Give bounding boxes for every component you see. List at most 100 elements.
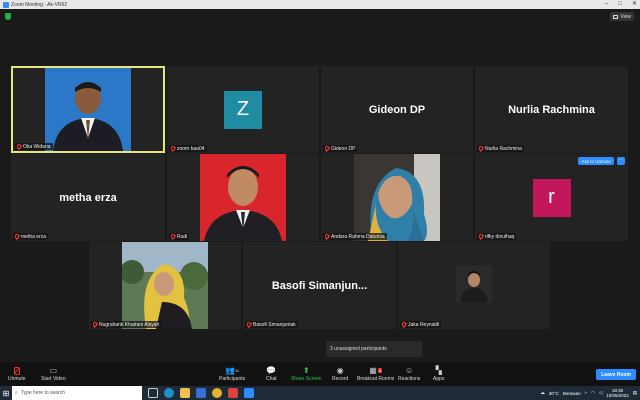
participant-name-tag: metha erza <box>13 233 49 240</box>
participant-name: rifky dinulhaq <box>485 233 515 240</box>
window-controls: – □ ✕ <box>605 0 637 9</box>
chat-button[interactable]: 💬 Chat <box>266 365 277 382</box>
windows-taskbar: ⊞ ⌕ Type here to search ☁ 30°C Berawan ^… <box>0 386 640 400</box>
apps-icon: ▚ <box>435 366 442 375</box>
share-screen-button[interactable]: ⬆ Share Screen <box>291 365 322 382</box>
media-icon[interactable] <box>228 388 238 398</box>
breakout-rooms-icon: ▦ 3 <box>369 366 383 375</box>
share-screen-label: Share Screen <box>291 376 322 382</box>
apps-button[interactable]: ▚ Apps <box>433 365 444 382</box>
participant-tile[interactable]: Andara Rahma Daturisa <box>321 154 473 241</box>
record-label: Record <box>332 376 349 382</box>
task-view-icon[interactable] <box>148 388 158 398</box>
participant-name: Andara Rahma Daturisa <box>331 233 385 240</box>
breakout-badge: 3 <box>377 368 383 373</box>
participant-display-name: Nurlia Rachmina <box>508 103 595 116</box>
volume-icon[interactable]: ◁ <box>599 390 602 396</box>
mic-muted-icon <box>479 234 483 239</box>
taskbar-clock[interactable]: 18:36 10/05/2022 <box>606 388 629 398</box>
participant-name: Jaka Reynaldi <box>408 321 440 328</box>
participant-display-name: Gideon DP <box>368 103 426 116</box>
unmute-label: Unmute <box>8 376 26 382</box>
edge-browser-icon[interactable] <box>164 388 174 398</box>
participant-tile[interactable]: Ask to Unmute ··· r rifky dinulhaq <box>475 154 628 241</box>
participant-tile[interactable]: Z zoom baa04 <box>167 66 319 153</box>
minimize-icon[interactable]: – <box>605 0 608 9</box>
zoom-window: Zoom Meeting - Ak-VR62 – □ ✕ View Oka Wi… <box>0 0 640 386</box>
maximize-icon[interactable]: □ <box>618 0 622 9</box>
mic-muted-icon <box>93 322 97 327</box>
participant-tile[interactable]: Jaka Reynaldi <box>398 242 550 329</box>
mic-muted-icon <box>325 146 329 151</box>
participant-display-name: metha erza <box>59 191 117 204</box>
search-placeholder: Type here to search <box>20 390 66 396</box>
unassigned-participants-notice[interactable]: 3 unassigned participants <box>326 341 422 357</box>
participant-name-tag: zoom baa04 <box>169 145 207 152</box>
participant-tile[interactable]: Nurlia Rachmina Nurlia Rachmina <box>475 66 628 153</box>
view-button[interactable]: View <box>610 12 634 21</box>
participant-tile[interactable]: Gideon DP Gideon DP <box>321 66 473 153</box>
mic-muted-icon <box>17 144 21 149</box>
participant-avatar: Z <box>224 90 262 129</box>
mic-muted-icon <box>171 146 175 151</box>
windows-start-icon[interactable]: ⊞ <box>0 386 12 400</box>
notifications-icon[interactable]: ▤ <box>633 390 637 396</box>
participant-tile[interactable]: Rudi <box>167 154 319 241</box>
participant-name-tag: rifky dinulhaq <box>477 233 517 240</box>
participant-name-tag: Basofi Simanjuntak <box>245 321 298 328</box>
more-options-icon[interactable]: ··· <box>617 157 625 165</box>
clock-date: 10/05/2022 <box>606 393 629 398</box>
participant-tile[interactable]: Oka Widana <box>11 66 165 153</box>
video-off-icon: ▭ <box>49 366 58 375</box>
participant-name: metha erza <box>21 233 47 240</box>
start-video-button[interactable]: ▭ Start Video <box>41 365 66 382</box>
record-button[interactable]: ◉ Record <box>332 365 348 382</box>
mic-muted-icon <box>171 234 175 239</box>
mic-muted-icon <box>15 234 19 239</box>
breakout-rooms-button[interactable]: ▦ 3 Breakout Rooms <box>357 365 394 382</box>
mic-muted-icon <box>402 322 406 327</box>
participant-name: Basofi Simanjuntak <box>253 321 296 328</box>
mic-muted-icon <box>247 322 251 327</box>
encryption-shield-icon[interactable] <box>5 13 11 20</box>
participant-tile[interactable]: Nugrahanti Khairani Aisyah <box>89 242 241 329</box>
avatar-initial: r <box>548 186 555 208</box>
participants-count: 11 <box>234 368 240 373</box>
mic-muted-icon <box>479 146 483 151</box>
participants-icon: 👥 11 <box>225 366 240 375</box>
participant-video <box>354 154 440 241</box>
zoom-taskbar-icon[interactable] <box>244 388 254 398</box>
participants-button[interactable]: 👥 11 Participants <box>219 365 245 382</box>
unmute-button[interactable]: Unmute <box>8 365 26 382</box>
participant-name: Nugrahanti Khairani Aisyah <box>99 321 160 328</box>
participant-video <box>456 266 492 302</box>
view-label: View <box>620 13 631 20</box>
store-icon[interactable] <box>196 388 206 398</box>
ask-to-unmute-button[interactable]: Ask to Unmute <box>578 157 614 165</box>
window-title: Zoom Meeting - Ak-VR62 <box>11 1 68 8</box>
taskbar-search-input[interactable]: ⌕ Type here to search <box>12 386 142 400</box>
tray-chevron-icon[interactable]: ^ <box>585 391 587 396</box>
microphone-off-icon <box>13 365 20 376</box>
zoom-logo-icon <box>3 1 9 8</box>
participant-video <box>45 68 131 151</box>
close-icon[interactable]: ✕ <box>632 0 637 9</box>
participant-name: Rudi <box>177 233 188 240</box>
participant-name: zoom baa04 <box>177 145 205 152</box>
weather-icon: ☁ <box>540 390 545 395</box>
leave-room-button[interactable]: Leave Room <box>596 369 636 380</box>
participant-tile[interactable]: metha erza metha erza <box>11 154 165 241</box>
record-icon: ◉ <box>336 366 344 375</box>
wifi-icon[interactable]: ◠ <box>591 390 595 396</box>
meeting-toolbar: Unmute ▭ Start Video 👥 11 Participants 💬 … <box>0 362 640 386</box>
reactions-button[interactable]: ☺ Reactions <box>398 365 420 382</box>
avatar-initial: Z <box>236 98 250 120</box>
taskbar-apps <box>148 388 254 398</box>
search-icon: ⌕ <box>15 390 18 396</box>
participant-tile[interactable]: Basofi Simanjun... Basofi Simanjuntak <box>243 242 396 329</box>
apps-label: Apps <box>433 376 445 382</box>
participant-name: Oka Widana <box>23 143 51 150</box>
file-explorer-icon[interactable] <box>180 388 190 398</box>
chrome-icon[interactable] <box>212 388 222 398</box>
mic-muted-icon <box>325 234 329 239</box>
